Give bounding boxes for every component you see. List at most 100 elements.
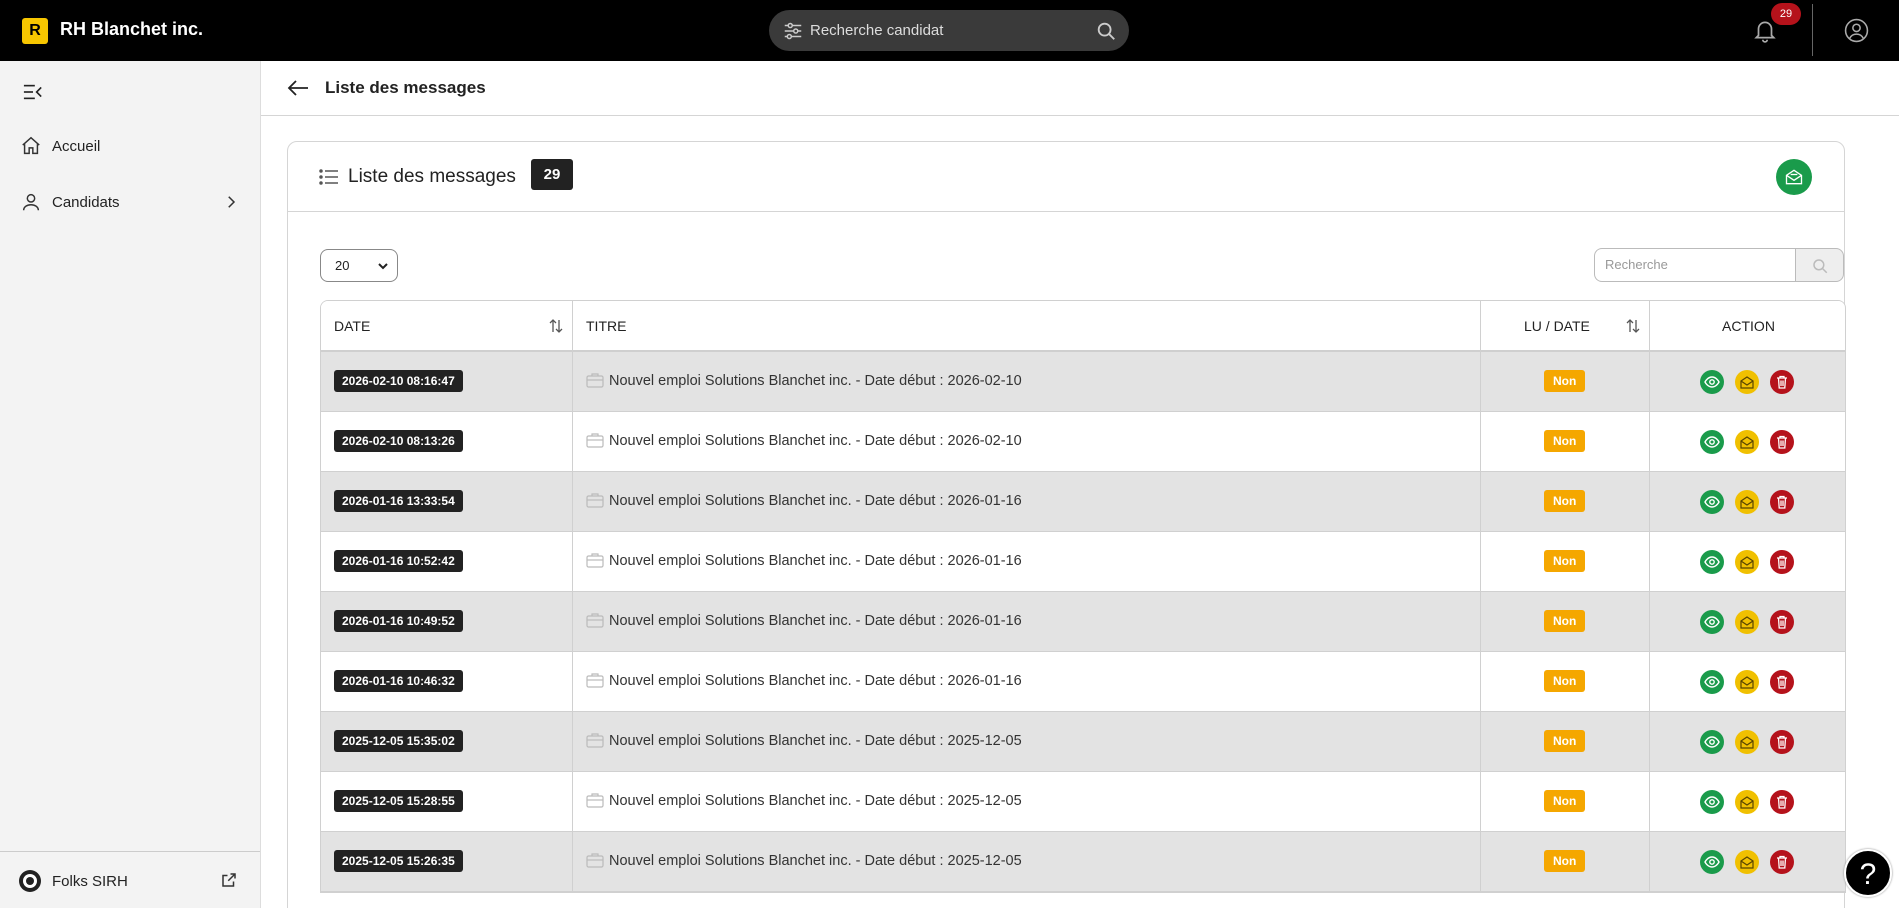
mark-read-button[interactable] (1735, 790, 1759, 814)
sidebar-footer[interactable]: Folks SIRH (0, 851, 260, 908)
view-button[interactable] (1700, 490, 1724, 514)
mark-read-button[interactable] (1735, 430, 1759, 454)
page-header: Liste des messages (261, 61, 1899, 116)
read-status-badge: Non (1544, 550, 1586, 572)
view-button[interactable] (1700, 670, 1724, 694)
message-title[interactable]: Nouvel emploi Solutions Blanchet inc. - … (609, 853, 1022, 869)
cell-lu-date: Non (1481, 352, 1650, 412)
cell-title: Nouvel emploi Solutions Blanchet inc. - … (573, 352, 1481, 412)
external-link-icon[interactable] (220, 871, 238, 889)
message-title[interactable]: Nouvel emploi Solutions Blanchet inc. - … (609, 793, 1022, 809)
table-search-button[interactable] (1795, 248, 1844, 282)
briefcase-icon (586, 433, 604, 448)
cell-lu-date: Non (1481, 592, 1650, 652)
home-icon (22, 136, 40, 155)
chevron-right-icon (228, 196, 236, 208)
sidebar-item-label: Candidats (52, 194, 120, 211)
table-row: 2026-02-10 08:16:47 Nouvel emploi Soluti… (321, 352, 1845, 412)
message-count-badge: 29 (531, 159, 573, 190)
date-badge: 2026-01-16 10:52:42 (334, 550, 463, 572)
table-row: 2026-02-10 08:13:26 Nouvel emploi Soluti… (321, 412, 1845, 472)
table-header: DATE TITRE LU / DATE ACTION (321, 301, 1845, 352)
mark-read-button[interactable] (1735, 850, 1759, 874)
filter-icon[interactable] (782, 20, 804, 42)
delete-button[interactable] (1770, 730, 1794, 754)
view-button[interactable] (1700, 370, 1724, 394)
read-status-badge: Non (1544, 370, 1586, 392)
sort-icon[interactable] (548, 318, 564, 334)
trash-icon (1777, 675, 1787, 689)
mark-read-button[interactable] (1735, 670, 1759, 694)
candidate-search[interactable]: Recherche candidat (769, 10, 1129, 51)
message-title[interactable]: Nouvel emploi Solutions Blanchet inc. - … (609, 433, 1022, 449)
message-title[interactable]: Nouvel emploi Solutions Blanchet inc. - … (609, 373, 1022, 389)
app-logo[interactable]: R (22, 18, 48, 44)
cell-title: Nouvel emploi Solutions Blanchet inc. - … (573, 832, 1481, 892)
sidebar-collapse-icon[interactable] (22, 82, 44, 102)
delete-button[interactable] (1770, 790, 1794, 814)
cell-date: 2026-01-16 13:33:54 (321, 472, 573, 532)
mark-read-button[interactable] (1735, 550, 1759, 574)
mark-read-button[interactable] (1735, 490, 1759, 514)
topbar-divider (1812, 4, 1813, 56)
mark-read-button[interactable] (1735, 610, 1759, 634)
message-title[interactable]: Nouvel emploi Solutions Blanchet inc. - … (609, 673, 1022, 689)
notification-badge: 29 (1771, 3, 1801, 25)
view-button[interactable] (1700, 550, 1724, 574)
date-badge: 2026-02-10 08:13:26 (334, 430, 463, 452)
delete-button[interactable] (1770, 850, 1794, 874)
user-icon (22, 193, 40, 211)
cell-lu-date: Non (1481, 832, 1650, 892)
message-title[interactable]: Nouvel emploi Solutions Blanchet inc. - … (609, 733, 1022, 749)
delete-button[interactable] (1770, 490, 1794, 514)
cell-title: Nouvel emploi Solutions Blanchet inc. - … (573, 772, 1481, 832)
sidebar-item-label: Accueil (52, 138, 101, 155)
cell-title: Nouvel emploi Solutions Blanchet inc. - … (573, 592, 1481, 652)
sidebar-item-candidats[interactable]: Candidats (0, 180, 260, 224)
view-button[interactable] (1700, 850, 1724, 874)
column-header-date[interactable]: DATE (321, 301, 573, 352)
user-account-icon[interactable] (1844, 18, 1869, 43)
cell-title: Nouvel emploi Solutions Blanchet inc. - … (573, 652, 1481, 712)
cell-date: 2026-01-16 10:46:32 (321, 652, 573, 712)
mark-read-button[interactable] (1735, 370, 1759, 394)
message-title[interactable]: Nouvel emploi Solutions Blanchet inc. - … (609, 613, 1022, 629)
column-header-lu-date[interactable]: LU / DATE (1481, 301, 1650, 352)
message-title[interactable]: Nouvel emploi Solutions Blanchet inc. - … (609, 553, 1022, 569)
delete-button[interactable] (1770, 670, 1794, 694)
cell-date: 2025-12-05 15:35:02 (321, 712, 573, 772)
candidate-search-input[interactable]: Recherche candidat (810, 22, 943, 39)
mark-all-read-button[interactable] (1776, 159, 1812, 195)
sort-icon[interactable] (1625, 318, 1641, 334)
view-button[interactable] (1700, 430, 1724, 454)
trash-icon (1777, 375, 1787, 389)
view-button[interactable] (1700, 790, 1724, 814)
page-size-select[interactable]: 20 (320, 249, 398, 282)
app-title[interactable]: RH Blanchet inc. (60, 19, 203, 40)
cell-title: Nouvel emploi Solutions Blanchet inc. - … (573, 472, 1481, 532)
help-button[interactable]: ? (1844, 849, 1892, 897)
back-arrow-icon[interactable] (286, 77, 310, 99)
eye-icon (1704, 436, 1720, 448)
column-header-label: ACTION (1722, 318, 1775, 334)
search-icon[interactable] (1095, 20, 1117, 42)
page-title: Liste des messages (325, 78, 486, 97)
delete-button[interactable] (1770, 370, 1794, 394)
open-envelope-icon (1785, 169, 1803, 185)
mark-read-button[interactable] (1735, 730, 1759, 754)
table-search-input[interactable]: Recherche (1594, 248, 1795, 282)
cell-action (1650, 592, 1845, 652)
briefcase-icon (586, 793, 604, 808)
open-envelope-icon (1740, 676, 1754, 689)
trash-icon (1777, 735, 1787, 749)
delete-button[interactable] (1770, 430, 1794, 454)
page-size-value: 20 (335, 258, 350, 273)
view-button[interactable] (1700, 730, 1724, 754)
column-header-label: TITRE (586, 318, 627, 334)
sidebar-item-accueil[interactable]: Accueil (0, 124, 260, 168)
delete-button[interactable] (1770, 550, 1794, 574)
message-title[interactable]: Nouvel emploi Solutions Blanchet inc. - … (609, 493, 1022, 509)
view-button[interactable] (1700, 610, 1724, 634)
cell-lu-date: Non (1481, 472, 1650, 532)
delete-button[interactable] (1770, 610, 1794, 634)
